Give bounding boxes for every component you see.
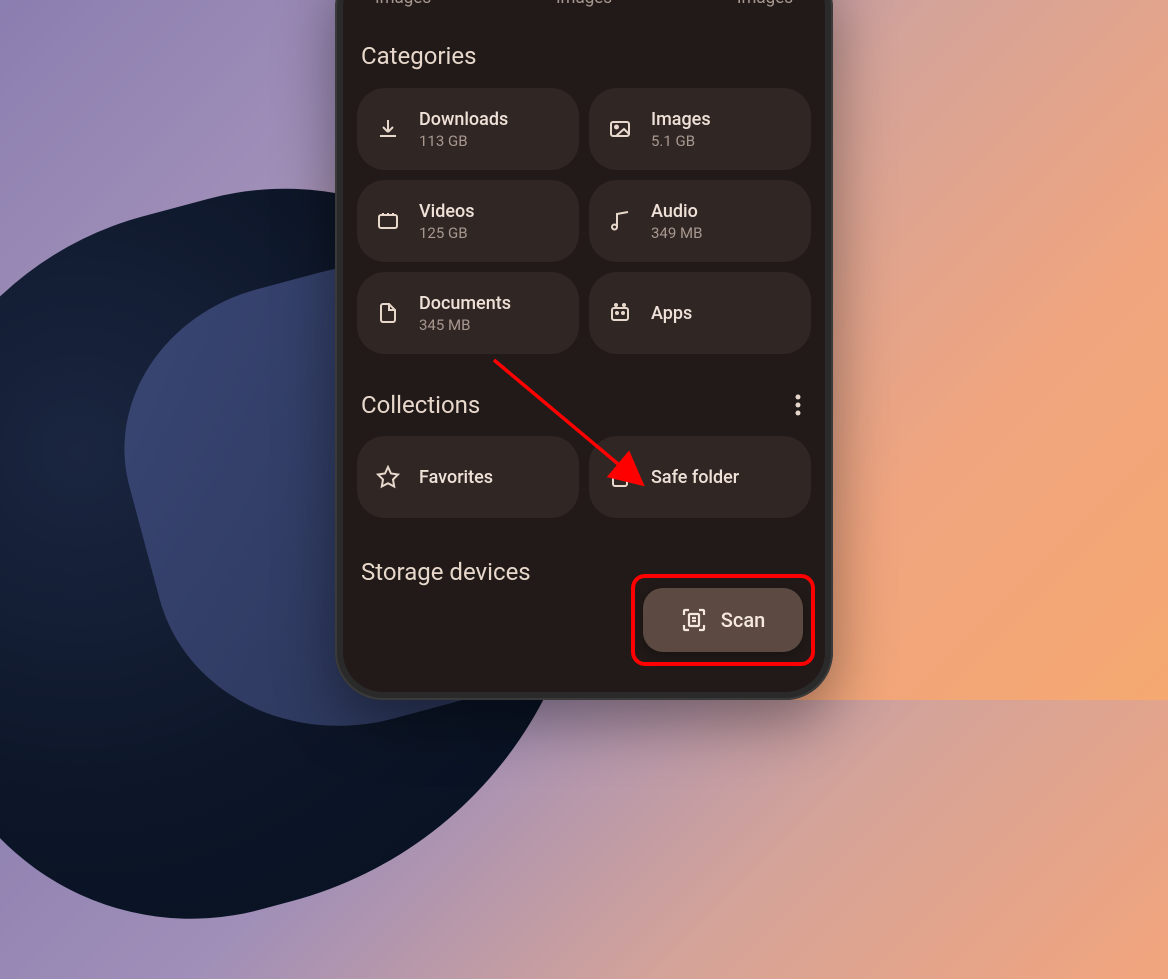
lock-icon <box>607 464 633 490</box>
recents-labels-row: Images Images Images <box>357 0 811 8</box>
phone-frame: Images Images Images Categories Download… <box>335 0 833 700</box>
category-size: 125 GB <box>419 224 474 242</box>
category-size: 345 MB <box>419 316 511 334</box>
category-size: 349 MB <box>651 224 702 242</box>
collection-label: Favorites <box>419 467 493 488</box>
categories-heading: Categories <box>361 42 811 70</box>
recent-label: Images <box>375 0 431 8</box>
category-label: Apps <box>651 303 692 324</box>
recent-label: Images <box>556 0 612 8</box>
collections-more-button[interactable] <box>785 390 811 420</box>
video-icon <box>375 208 401 234</box>
phone-screen: Images Images Images Categories Download… <box>343 0 825 692</box>
collection-safe-folder[interactable]: Safe folder <box>589 436 811 518</box>
category-label: Downloads <box>419 109 508 130</box>
scan-icon <box>681 607 707 633</box>
collection-favorites[interactable]: Favorites <box>357 436 579 518</box>
category-apps[interactable]: Apps <box>589 272 811 354</box>
scan-label: Scan <box>721 608 765 632</box>
category-downloads[interactable]: Downloads 113 GB <box>357 88 579 170</box>
category-videos[interactable]: Videos 125 GB <box>357 180 579 262</box>
apps-icon <box>607 300 633 326</box>
audio-icon <box>607 208 633 234</box>
collection-label: Safe folder <box>651 467 739 488</box>
category-size: 5.1 GB <box>651 132 711 150</box>
scan-button[interactable]: Scan <box>643 588 803 652</box>
category-label: Audio <box>651 201 702 222</box>
collections-heading: Collections <box>361 391 480 419</box>
download-icon <box>375 116 401 142</box>
category-images[interactable]: Images 5.1 GB <box>589 88 811 170</box>
category-size: 113 GB <box>419 132 508 150</box>
collections-grid: Favorites Safe folder <box>357 436 811 518</box>
recent-label: Images <box>737 0 793 8</box>
storage-heading: Storage devices <box>361 558 811 586</box>
category-label: Images <box>651 109 711 130</box>
category-label: Videos <box>419 201 474 222</box>
star-icon <box>375 464 401 490</box>
category-audio[interactable]: Audio 349 MB <box>589 180 811 262</box>
category-documents[interactable]: Documents 345 MB <box>357 272 579 354</box>
category-label: Documents <box>419 293 511 314</box>
image-icon <box>607 116 633 142</box>
categories-grid: Downloads 113 GB Images 5.1 GB Video <box>357 88 811 354</box>
document-icon <box>375 300 401 326</box>
